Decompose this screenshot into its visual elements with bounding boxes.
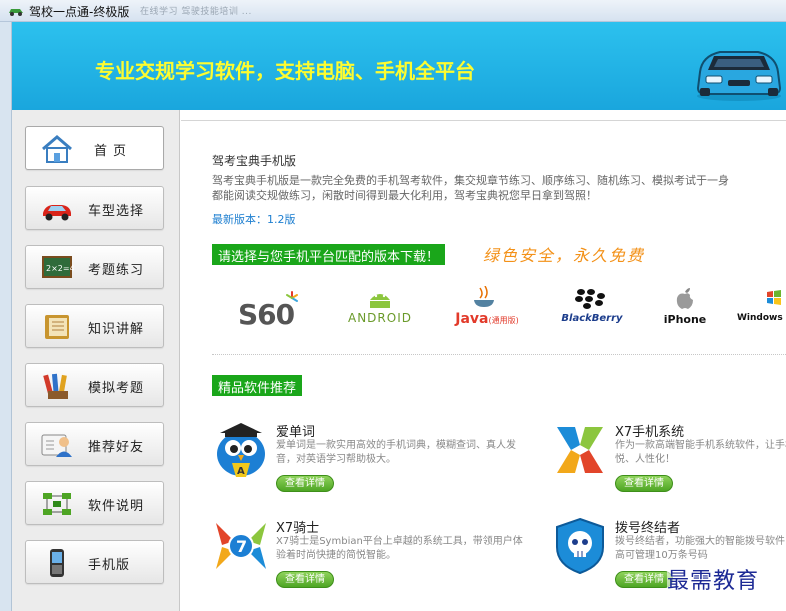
platform-s60[interactable]: S60: [236, 286, 306, 336]
chalkboard-icon: 2×2=4: [42, 256, 74, 278]
software-card-x7-system: X7手机系统 作为一款高端智能手机系统软件，让手机更加智能、愉悦、人性化！ 查看…: [551, 421, 786, 501]
platform-label-blackberry: BlackBerry: [561, 313, 623, 324]
view-details-button[interactable]: 查看详情: [615, 475, 673, 492]
book-icon: [45, 315, 69, 339]
sidebar-item-mobile[interactable]: 手机版: [25, 540, 164, 584]
window-titlebar: 驾校一点通-终极版 在线学习 驾驶技能培训 ...: [0, 0, 786, 22]
svg-text:A: A: [237, 466, 245, 477]
android-robot-icon: [370, 294, 390, 308]
software-card-aidanci: A 爱单词 爱单词是一款实用高效的手机词典，模糊查词、真人发音，对英语学习帮助极…: [212, 421, 516, 501]
sidebar-item-mock-exam[interactable]: 模拟考题: [25, 363, 164, 407]
apple-logo-icon: [676, 288, 693, 309]
skull-shield-icon: [556, 517, 604, 575]
software-description: 爱单词是一款实用高效的手机词典，模糊查词、真人发音，对英语学习帮助极大。: [276, 440, 516, 465]
platform-label-s60: S60: [238, 298, 295, 331]
x7-knight-icon: 7: [216, 523, 266, 569]
pencils-icon: [43, 373, 68, 399]
owl-app-icon: A: [217, 423, 265, 477]
titlebar-ghost-text: 在线学习 驾驶技能培训 ...: [140, 7, 252, 17]
page-title: 驾考宝典手机版: [212, 154, 297, 168]
platform-label-java: Java: [455, 311, 489, 327]
download-section-tag: 请选择与您手机平台匹配的版本下载！: [212, 244, 446, 265]
window-frame-left: [0, 22, 12, 611]
sidebar-item-home[interactable]: 首页: [25, 126, 164, 170]
java-cup-icon: [474, 285, 494, 307]
section-divider: [212, 354, 786, 355]
version-label: 最新版本：1.2版: [212, 213, 296, 226]
sidebar-item-label: 首页: [94, 144, 133, 159]
platform-list: S60 ANDROID Java(通用版) BlackBerry iPhone …: [212, 285, 786, 336]
flowchart-icon: [43, 493, 71, 515]
sidebar-item-label: 车型选择: [88, 204, 145, 219]
sidebar-item-label: 知识讲解: [88, 322, 145, 337]
sidebar-item-knowledge[interactable]: 知识讲解: [25, 304, 164, 348]
svg-text:2×2=4: 2×2=4: [46, 264, 74, 273]
software-description: 作为一款高端智能手机系统软件，让手机更加智能、愉悦、人性化！: [615, 440, 786, 465]
platform-label-java-note: (通用版): [488, 316, 519, 325]
view-details-button[interactable]: 查看详情: [276, 475, 334, 492]
software-name: X7骑士: [276, 521, 320, 536]
sidebar-item-label: 模拟考题: [88, 381, 145, 396]
watermark-text: 最需教育: [667, 563, 760, 595]
platform-android[interactable]: ANDROID: [340, 286, 420, 336]
sidebar-item-label: 软件说明: [88, 499, 145, 514]
banner-slogan: 专业交规学习软件，支持电脑、手机全平台: [95, 59, 475, 83]
x7-system-icon: [557, 427, 603, 473]
contact-card-icon: [41, 434, 72, 457]
platform-windows[interactable]: Windows p: [737, 286, 786, 336]
sidebar-item-label: 推荐好友: [88, 440, 145, 455]
house-icon: [42, 135, 72, 163]
slogan-handwriting: 绿色安全，永久免费: [483, 246, 646, 265]
sidebar-item-recommend[interactable]: 推荐好友: [25, 422, 164, 466]
sports-car-icon: [696, 51, 782, 101]
sidebar-item-software-info[interactable]: 软件说明: [25, 481, 164, 525]
svg-text:7: 7: [236, 537, 247, 556]
view-details-button[interactable]: 查看详情: [276, 571, 334, 588]
page-description: 驾考宝典手机版是一款完全免费的手机驾考软件，集交规章节练习、顺序练习、随机练习、…: [212, 173, 786, 203]
view-details-button[interactable]: 查看详情: [615, 571, 673, 588]
platform-iphone[interactable]: iPhone: [655, 286, 715, 336]
blackberry-logo-icon: [575, 289, 605, 309]
platform-blackberry[interactable]: BlackBerry: [557, 286, 627, 336]
software-description: 拨号终结者，功能强大的智能拨号软件，配置联系人、最高可管理10万条号码: [615, 536, 786, 561]
sidebar-item-car-type[interactable]: 车型选择: [25, 186, 164, 230]
description-line: 驾考宝典手机版是一款完全免费的手机驾考软件，集交规章节练习、顺序练习、随机练习、…: [212, 174, 729, 187]
window-title: 驾校一点通-终极版: [29, 5, 130, 19]
sidebar-item-label: 手机版: [88, 558, 131, 573]
sidebar-item-practice[interactable]: 2×2=4 考题练习: [25, 245, 164, 289]
car-icon: [43, 205, 71, 221]
software-name: 拨号终结者: [615, 521, 681, 536]
platform-label-iphone: iPhone: [663, 313, 707, 326]
description-line: 都能阅读交规做练习，闲散时间得到最大化利用，驾考宝典祝您早日拿到驾照！: [212, 189, 597, 202]
sidebar-nav: 首页 车型选择 2×2=4 考题练习 知识讲解 模拟考题 推荐好友 软件说明 手…: [12, 110, 180, 611]
platform-label-android: ANDROID: [348, 311, 412, 325]
platform-label-windows: Windows p: [737, 313, 786, 323]
sidebar-item-label: 考题练习: [88, 263, 145, 278]
phone-icon: [50, 549, 64, 577]
header-banner: 专业交规学习软件，支持电脑、手机全平台: [12, 22, 786, 110]
software-card-x7-knight: 7 X7骑士 X7骑士是Symbian平台上卓越的系统工具，带领用户体验着时尚快…: [212, 517, 523, 597]
main-content: 驾考宝典手机版 驾考宝典手机版是一款完全免费的手机驾考软件，集交规章节练习、顺序…: [181, 120, 786, 611]
software-name: X7手机系统: [615, 425, 685, 440]
software-name: 爱单词: [276, 425, 316, 440]
car-app-icon: [9, 9, 23, 16]
software-description: X7骑士是Symbian平台上卓越的系统工具，带领用户体验着时尚快捷的简悦智能。: [276, 536, 523, 561]
recommend-section-tag: 精品软件推荐: [212, 375, 303, 396]
windows-logo-icon: [767, 290, 781, 305]
platform-java[interactable]: Java(通用版): [452, 285, 522, 336]
